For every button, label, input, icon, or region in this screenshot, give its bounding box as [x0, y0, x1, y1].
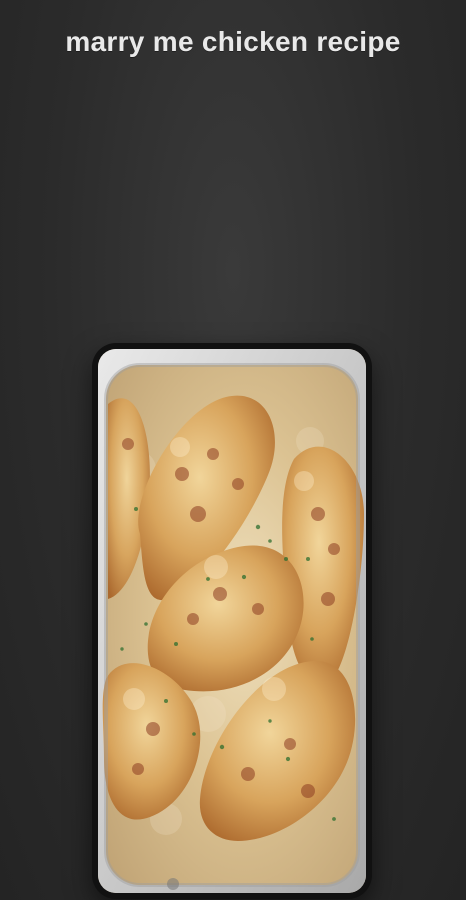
recipe-image-container: [98, 349, 366, 893]
phone-frame: [92, 343, 372, 899]
app-screen: marry me chicken recipe: [0, 0, 466, 900]
recipe-photo-icon: [98, 349, 366, 893]
top-bar: marry me chicken recipe: [0, 0, 466, 84]
page-title: marry me chicken recipe: [65, 26, 401, 57]
